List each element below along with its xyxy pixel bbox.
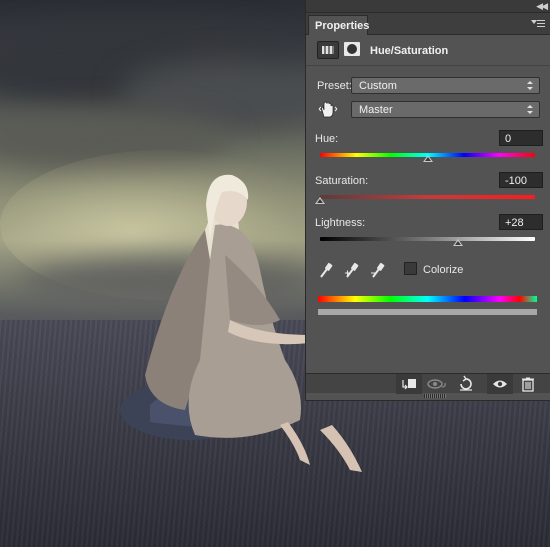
panel-title-bar[interactable]: ◀◀ bbox=[306, 0, 550, 13]
clip-to-layer-button[interactable] bbox=[396, 374, 422, 394]
preset-label: Preset: bbox=[317, 80, 352, 92]
lightness-label: Lightness: bbox=[315, 217, 366, 229]
lightness-slider-track[interactable] bbox=[320, 237, 535, 241]
reset-button[interactable] bbox=[453, 374, 479, 394]
preset-dropdown[interactable]: Custom bbox=[351, 77, 540, 94]
dropdown-arrow-icon bbox=[527, 80, 535, 91]
trash-icon bbox=[522, 377, 534, 392]
panel-menu-icon[interactable] bbox=[531, 20, 545, 30]
panel-footer-toolbar bbox=[306, 373, 550, 394]
dropdown-arrow-icon bbox=[527, 104, 535, 115]
colorize-checkbox[interactable] bbox=[404, 262, 417, 275]
channel-value: Master bbox=[359, 104, 393, 116]
clip-to-layer-icon bbox=[402, 379, 416, 390]
adjustment-title: Hue/Saturation bbox=[370, 45, 449, 57]
colorize-label: Colorize bbox=[423, 264, 464, 276]
channel-dropdown[interactable]: Master bbox=[351, 101, 540, 118]
visibility-eye-icon bbox=[493, 380, 507, 388]
layer-mask-icon[interactable] bbox=[344, 42, 360, 56]
eyedropper-subtract-icon[interactable] bbox=[370, 261, 386, 279]
saturation-slider-thumb[interactable] bbox=[315, 197, 325, 204]
preset-value: Custom bbox=[359, 80, 397, 92]
hue-value-field[interactable]: 0 bbox=[499, 130, 543, 146]
panel-tab-bar: Properties bbox=[306, 13, 550, 35]
color-spectrum-bar bbox=[318, 296, 537, 302]
hue-saturation-adjustment-icon[interactable] bbox=[317, 41, 339, 59]
tab-properties[interactable]: Properties bbox=[308, 15, 369, 35]
saturation-label: Saturation: bbox=[315, 175, 369, 187]
properties-panel: ◀◀ Properties Hue/Saturation Preset: Cus… bbox=[305, 0, 550, 401]
adjustment-header: Hue/Saturation bbox=[306, 36, 550, 66]
visibility-toggle-button[interactable] bbox=[487, 374, 513, 394]
eyedropper-add-icon[interactable] bbox=[344, 261, 360, 279]
reset-icon bbox=[460, 375, 472, 391]
saturation-slider-track[interactable] bbox=[320, 195, 535, 199]
result-spectrum-bar bbox=[318, 309, 537, 315]
double-chevron-left-icon[interactable]: ◀◀ bbox=[536, 1, 548, 12]
saturation-value-field[interactable]: -100 bbox=[499, 172, 543, 188]
delete-button[interactable] bbox=[515, 374, 541, 394]
hue-label: Hue: bbox=[315, 133, 339, 145]
panel-resize-grip[interactable] bbox=[424, 394, 446, 398]
lightness-slider-thumb[interactable] bbox=[452, 239, 463, 246]
lightness-value-field[interactable]: +28 bbox=[499, 214, 543, 230]
view-previous-state-icon bbox=[427, 379, 446, 389]
eyedropper-icon[interactable] bbox=[318, 261, 334, 279]
targeted-adjustment-hand-icon[interactable] bbox=[318, 101, 338, 119]
view-previous-state-button[interactable] bbox=[424, 374, 450, 394]
hue-slider-thumb[interactable] bbox=[422, 155, 433, 162]
